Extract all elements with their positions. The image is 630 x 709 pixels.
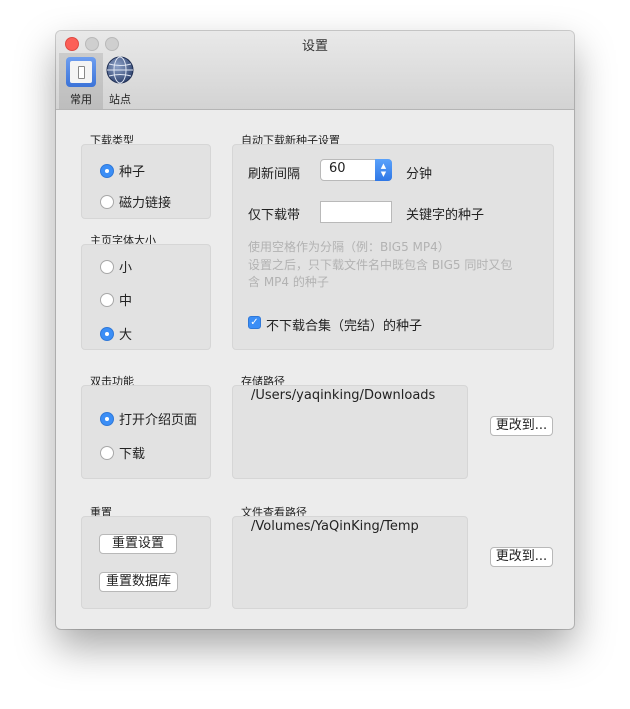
change-file-view-path-button[interactable]: 更改到... [490,547,553,567]
radio-indicator [100,259,114,274]
keyword-input[interactable] [320,201,392,223]
toolbar: 设置 常用 站点 [56,31,574,110]
radio-indicator [100,194,114,209]
download-type-magnet-radio[interactable]: 磁力链接 [100,192,171,211]
font-size-medium-radio[interactable]: 中 [100,290,132,309]
file-view-path-value: /Volumes/YaQinKing/Temp [251,519,419,534]
storage-path-value: /Users/yaqinking/Downloads [251,388,436,403]
reset-settings-button[interactable]: 重置设置 [99,534,177,554]
font-size-large-radio[interactable]: 大 [100,324,132,343]
general-icon [66,57,96,87]
exclude-collection-label: 不下载合集（完结）的种子 [266,319,423,334]
checkmark-icon: ✓ [250,317,259,328]
tab-sites[interactable]: 站点 [98,53,142,109]
keyword-hint-line3: 含 MP4 的种子 [248,275,329,289]
double-click-group [81,385,211,479]
tab-sites-label: 站点 [109,93,131,106]
chevron-up-icon: ▲ [380,162,387,170]
keyword-hint-line2: 设置之后，只下载文件名中既包含 BIG5 同时又包 [248,258,513,272]
reset-database-button[interactable]: 重置数据库 [99,572,178,592]
window-title: 设置 [301,39,328,54]
refresh-interval-stepper[interactable]: 60 ▲ ▼ [320,159,392,181]
refresh-interval-value: 60 [329,161,346,176]
refresh-unit-label: 分钟 [406,167,433,182]
radio-indicator [100,292,114,307]
reset-group [81,516,211,609]
preferences-window: 设置 常用 站点 下载类型 种子 磁力链接 主页字体大小 小 中 大 自动下载新… [56,31,574,629]
download-type-torrent-radio[interactable]: 种子 [100,161,145,180]
tab-general[interactable]: 常用 [59,53,103,109]
double-click-open-radio[interactable]: 打开介绍页面 [100,409,197,428]
tab-general-label: 常用 [70,93,92,106]
radio-indicator [100,163,114,178]
only-download-label: 仅下载带 [248,208,301,223]
globe-icon [106,56,134,84]
radio-indicator [100,411,114,426]
keyword-suffix-label: 关键字的种子 [406,208,485,223]
change-storage-path-button[interactable]: 更改到... [490,416,553,436]
font-size-small-radio[interactable]: 小 [100,257,132,276]
stepper-arrows[interactable]: ▲ ▼ [375,159,392,181]
exclude-collection-checkbox[interactable]: ✓ [248,316,261,329]
double-click-download-radio[interactable]: 下载 [100,443,145,462]
radio-indicator [100,445,114,460]
radio-indicator [100,326,114,341]
chevron-down-icon: ▼ [380,170,387,178]
refresh-interval-label: 刷新间隔 [248,167,301,182]
keyword-hint-line1: 使用空格作为分隔（例：BIG5 MP4） [248,240,450,254]
